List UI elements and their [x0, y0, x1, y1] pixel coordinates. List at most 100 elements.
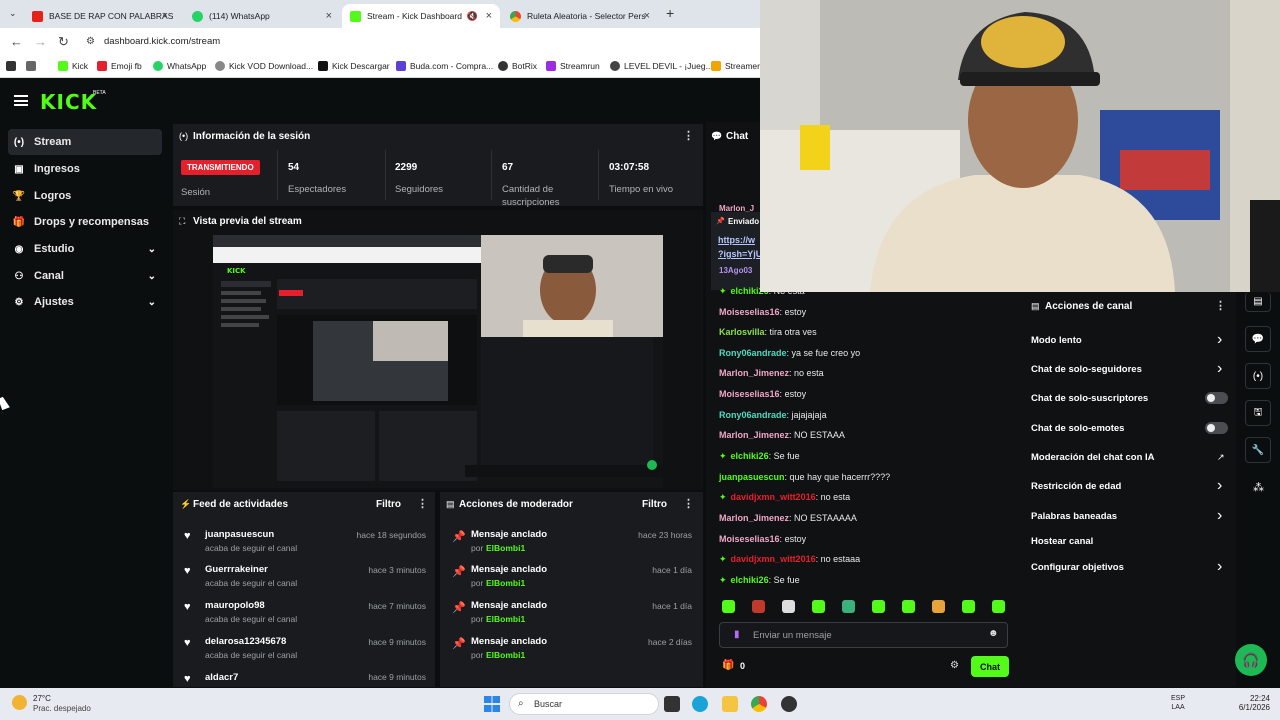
sidebar-item-ajustes[interactable]: ⚙ Ajustes ⌄	[8, 289, 162, 315]
mod-item-title[interactable]: Mensaje anclado	[471, 600, 547, 611]
emoji-icon[interactable]: ☻	[988, 628, 999, 639]
emote-icon[interactable]	[782, 600, 795, 613]
chat-username[interactable]: davidjxmn_witt2016	[731, 554, 816, 564]
bookmark-kick[interactable]: Kick	[58, 61, 88, 71]
chevron-right-icon[interactable]: ›	[1217, 361, 1222, 377]
chat-message[interactable]: Marlon_Jimenez: NO ESTAAAAA	[719, 513, 857, 523]
chat-message[interactable]: ✦ davidjxmn_witt2016: no estaaa	[719, 554, 860, 565]
chat-username[interactable]: Moiseselias16	[719, 389, 780, 399]
bookmark-buda[interactable]: Buda.com - Compra...	[396, 61, 493, 71]
chat-username[interactable]: Marlon_Jimenez	[719, 368, 789, 378]
sidebar-item-estudio[interactable]: ◉ Estudio ⌄	[8, 236, 162, 262]
chat-username[interactable]: Moiseselias16	[719, 307, 780, 317]
send-chat-button[interactable]: Chat	[971, 656, 1009, 677]
chat-username[interactable]: Rony06andrade	[719, 410, 787, 420]
taskbar-clock[interactable]: 22:24 6/1/2026	[1232, 694, 1270, 712]
bookmark-level-devil[interactable]: LEVEL DEVIL - ¡Jueg...	[610, 61, 713, 71]
weather-desc[interactable]: Prac. despejado	[33, 704, 91, 713]
channel-action-restricci-n-de-edad[interactable]: Restricción de edad	[1031, 481, 1121, 492]
mod-item-user[interactable]: ElBombi1	[486, 614, 525, 624]
chat-username[interactable]: Marlon_Jimenez	[719, 430, 789, 440]
bookmark-botrix[interactable]: BotRix	[498, 61, 537, 71]
more-options-icon[interactable]: ⋮	[683, 497, 694, 510]
emote-icon[interactable]	[842, 600, 855, 613]
chat-message[interactable]: Marlon_Jimenez: NO ESTAAA	[719, 430, 845, 440]
more-options-icon[interactable]: ⋮	[417, 497, 428, 510]
mod-item-title[interactable]: Mensaje anclado	[471, 529, 547, 540]
wrench-icon[interactable]: 🔧	[1245, 437, 1271, 463]
emote-icon[interactable]	[902, 600, 915, 613]
help-headset-icon[interactable]: 🎧	[1235, 644, 1267, 676]
edge-icon[interactable]	[692, 696, 708, 712]
chat-username[interactable]: elchiki26	[731, 451, 769, 461]
emote-icon[interactable]	[722, 600, 735, 613]
stream-preview-video[interactable]: KICK	[213, 235, 663, 488]
sidebar-item-canal[interactable]: ⚇ Canal ⌄	[8, 263, 162, 289]
chat-username[interactable]: Moiseselias16	[719, 534, 780, 544]
forward-icon[interactable]: →	[34, 34, 47, 49]
close-icon[interactable]: ×	[644, 10, 650, 22]
document-icon[interactable]: ▤	[1245, 292, 1271, 312]
folder-icon[interactable]	[722, 696, 738, 712]
chat-message[interactable]: juanpasuescun: que hay que hacerrr????	[719, 472, 890, 482]
channel-action-palabras-baneadas[interactable]: Palabras baneadas	[1031, 511, 1117, 522]
chevron-right-icon[interactable]: ›	[1217, 478, 1222, 494]
site-info-icon[interactable]: ⚙	[86, 36, 95, 47]
chat-bubble-icon[interactable]: 💬	[1245, 326, 1271, 352]
tab-whatsapp[interactable]: (114) WhatsApp ×	[184, 4, 340, 28]
sidebar-item-stream[interactable]: (•) Stream	[8, 129, 162, 155]
feed-item-name[interactable]: aldacr7	[205, 672, 238, 683]
channel-action-chat-de-solo-emotes[interactable]: Chat de solo-emotes	[1031, 423, 1124, 434]
more-options-icon[interactable]: ⋮	[683, 129, 694, 142]
toggle-switch[interactable]	[1205, 422, 1228, 434]
bookmark-streamers[interactable]: StreamerS	[711, 61, 766, 71]
sidebar-item-logros[interactable]: 🏆 Logros	[8, 183, 162, 209]
chat-username[interactable]: juanpasuescun	[719, 472, 785, 482]
emote-icon[interactable]	[962, 600, 975, 613]
chat-username[interactable]: Rony06andrade	[719, 348, 787, 358]
network-volume-battery-icons[interactable]: ⌔♪	[1194, 697, 1219, 708]
mod-item-user[interactable]: ElBombi1	[486, 543, 525, 553]
tab-ruleta[interactable]: Ruleta Aleatoria - Selector Pers ×	[502, 4, 658, 28]
grid-icon[interactable]	[26, 61, 40, 71]
feed-item-name[interactable]: mauropolo98	[205, 600, 265, 611]
pinned-link[interactable]: ?igsh=YjU	[718, 249, 760, 259]
chat-message[interactable]: Rony06andrade: jajajajaja	[719, 410, 827, 420]
chat-message[interactable]: Rony06andrade: ya se fue creo yo	[719, 348, 860, 358]
chevron-right-icon[interactable]: ›	[1217, 508, 1222, 524]
chrome-icon[interactable]	[751, 696, 767, 712]
bookmark-streamrun[interactable]: Streamrun	[546, 61, 600, 71]
bookmark-whatsapp[interactable]: WhatsApp	[153, 61, 206, 71]
emote-icon[interactable]	[752, 600, 765, 613]
external-link-icon[interactable]: ↗	[1217, 452, 1225, 463]
chat-username[interactable]: Karlosvilla	[719, 327, 765, 337]
bookmark-kick-vod[interactable]: Kick VOD Download...	[215, 61, 313, 71]
channel-action-moderaci-n-del-chat-con-ia[interactable]: Moderación del chat con IA	[1031, 452, 1155, 463]
tray-icons[interactable]: ▭☁◯	[1102, 697, 1154, 708]
apps-icon[interactable]	[6, 61, 20, 71]
weather-icon[interactable]	[12, 695, 27, 710]
mod-item-title[interactable]: Mensaje anclado	[471, 636, 547, 647]
save-icon[interactable]: 🖫	[1245, 400, 1271, 426]
chat-input[interactable]: ▮ Enviar un mensaje ☻	[719, 622, 1008, 648]
url-field[interactable]: dashboard.kick.com/stream	[104, 36, 220, 47]
close-icon[interactable]: ×	[162, 10, 168, 22]
tray-chevron-icon[interactable]: ⌃	[1084, 697, 1092, 708]
puzzle-icon[interactable]: ⁂	[1253, 481, 1264, 494]
bookmark-kick-descargar[interactable]: Kick Descargar	[318, 61, 390, 71]
obs-icon[interactable]	[781, 696, 797, 712]
mute-icon[interactable]: 🔇	[467, 11, 478, 22]
mod-item-title[interactable]: Mensaje anclado	[471, 564, 547, 575]
weather-temp[interactable]: 27°C	[33, 694, 51, 703]
close-icon[interactable]: ×	[486, 10, 492, 22]
sidebar-item-ingresos[interactable]: ▣ Ingresos	[8, 156, 162, 182]
channel-action-configurar-objetivos[interactable]: Configurar objetivos	[1031, 562, 1124, 573]
chat-message[interactable]: ✦ davidjxmn_witt2016: no esta	[719, 492, 850, 503]
taskview-icon[interactable]	[664, 696, 680, 712]
emote-icon[interactable]	[932, 600, 945, 613]
gift-icon[interactable]: 🎁	[722, 660, 734, 671]
toggle-switch[interactable]	[1205, 392, 1228, 404]
chat-message[interactable]: Moiseselias16: estoy	[719, 534, 806, 544]
feed-item-name[interactable]: juanpasuescun	[205, 529, 274, 540]
channel-action-chat-de-solo-seguidores[interactable]: Chat de solo-seguidores	[1031, 364, 1142, 375]
